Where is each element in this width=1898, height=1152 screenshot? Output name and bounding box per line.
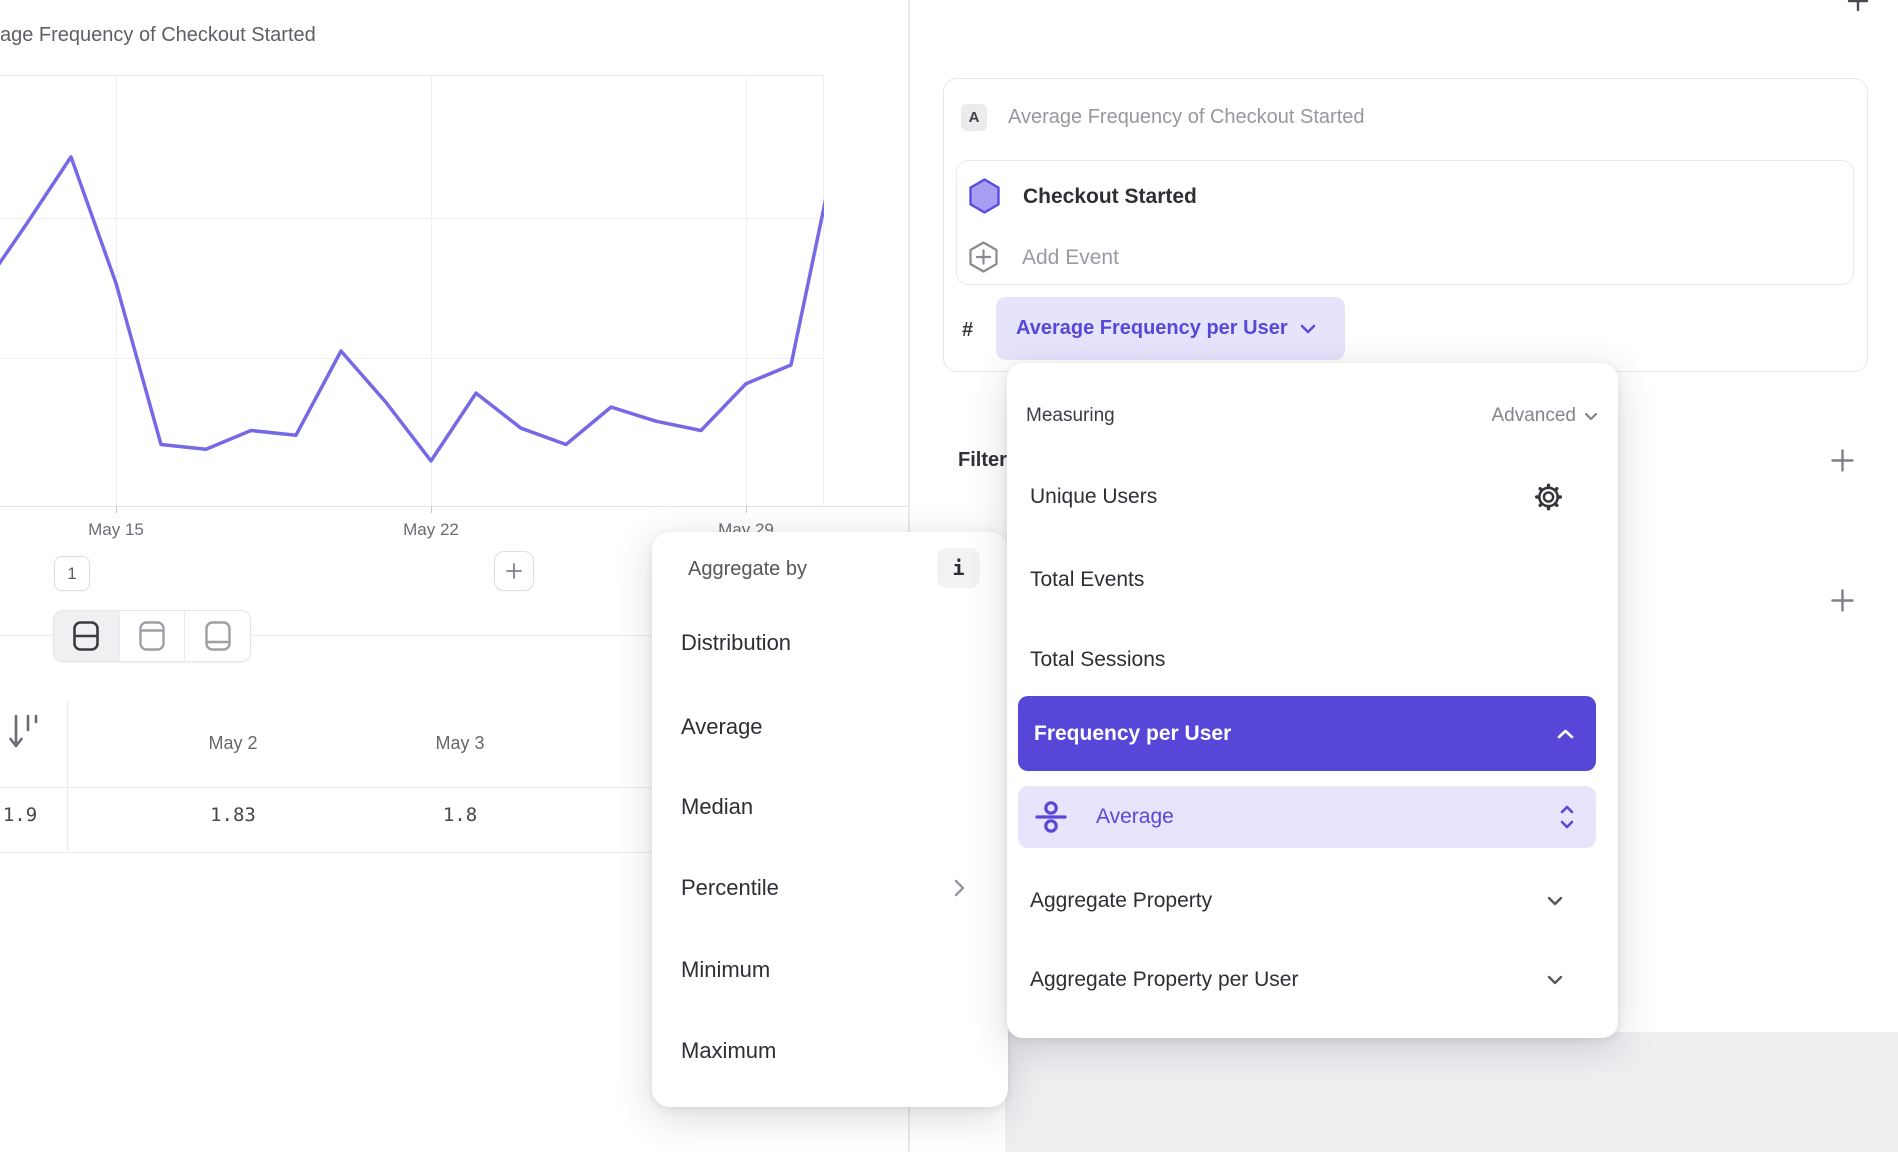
x-tick [746,506,747,513]
chevron-down-icon [1584,412,1598,421]
x-tick [431,506,432,513]
add-chart-button[interactable] [494,551,534,591]
plus-icon [1830,588,1855,613]
menu-item-total-events[interactable]: Total Events [1030,552,1595,608]
measurement-dropdown-button[interactable]: Average Frequency per User [996,297,1345,360]
x-axis-line [0,506,908,507]
add-breakdown-button[interactable] [1830,588,1855,613]
menu-item-median[interactable]: Median [681,778,979,836]
chevron-down-icon [1547,896,1563,906]
add-metric-button[interactable] [1846,0,1870,13]
measurement-label: Average Frequency per User [1016,317,1288,340]
menu-item-average[interactable]: Average [681,698,979,756]
chart-bottom-layout-icon [205,621,231,651]
average-icon [1034,797,1068,837]
layout-switcher [53,610,251,662]
sort-arrows-icon [1560,804,1574,830]
measurement-type-symbol: # [962,319,973,342]
menu-item-distribution[interactable]: Distribution [681,614,979,672]
add-event-button[interactable]: Add Event [1022,246,1119,270]
x-tick-label: May 15 [88,520,144,540]
metric-letter-badge: A [961,104,987,131]
menu-item-aggregate-property-per-user[interactable]: Aggregate Property per User [1030,952,1595,1008]
menu-item-minimum[interactable]: Minimum [681,941,979,999]
plus-icon [1830,448,1855,473]
layout-chart-bottom-button[interactable] [185,611,250,661]
split-layout-icon [73,621,99,651]
measuring-menu-title: Measuring [1026,405,1115,427]
chart-top-layout-icon [139,621,165,651]
menu-item-maximum[interactable]: Maximum [681,1022,979,1080]
aggregate-by-menu: Aggregate by i Distribution Average Medi… [652,532,1008,1107]
layout-split-button[interactable] [54,611,120,661]
plus-icon [1846,0,1870,13]
add-filter-button[interactable] [1830,448,1855,473]
table-header-cell[interactable]: May 3 [435,733,484,754]
table-value-cell: 1.83 [210,804,256,826]
menu-item-percentile[interactable]: Percentile [681,859,979,917]
table-value-cell: 1.9 [3,804,37,826]
line-chart-plot-area [0,75,824,506]
chevron-down-icon [1547,975,1563,985]
table-value-cell: 1.8 [443,804,477,826]
frequency-line-series[interactable] [0,75,824,506]
metrics-section-heading: Metrics [955,0,1025,6]
menu-item-aggregate-property[interactable]: Aggregate Property [1030,873,1595,929]
panel-background-area [1005,1032,1898,1152]
x-tick-label: May 22 [403,520,459,540]
menu-item-total-sessions[interactable]: Total Sessions [1030,632,1595,688]
measuring-menu: Measuring Advanced Unique Users Total Ev… [1007,363,1618,1038]
layout-chart-top-button[interactable] [120,611,186,661]
plus-icon [505,562,523,580]
table-header-cell[interactable]: May 2 [208,733,257,754]
chevron-up-icon [1557,729,1574,739]
advanced-toggle[interactable]: Advanced [1491,405,1598,427]
x-tick [116,506,117,513]
chart-title: age Frequency of Checkout Started [0,24,316,47]
page-number-button[interactable]: 1 [54,556,90,591]
menu-item-frequency-per-user-selected[interactable]: Frequency per User [1018,696,1596,771]
metric-name-input[interactable]: Average Frequency of Checkout Started [1008,106,1365,129]
menu-subitem-average-selected[interactable]: Average [1018,786,1596,848]
chevron-right-icon [954,879,965,897]
aggregate-by-menu-title: Aggregate by [688,558,807,581]
event-hexagon-icon [968,178,1001,214]
event-name[interactable]: Checkout Started [1023,185,1197,209]
table-column-divider [67,700,68,852]
menu-item-unique-users[interactable]: Unique Users [1030,469,1595,525]
chevron-down-icon [1300,324,1316,334]
add-event-hexagon-plus-icon [968,241,999,273]
info-button[interactable]: i [937,548,980,588]
sort-descending-icon[interactable] [8,712,40,754]
gear-icon[interactable] [1534,483,1563,511]
